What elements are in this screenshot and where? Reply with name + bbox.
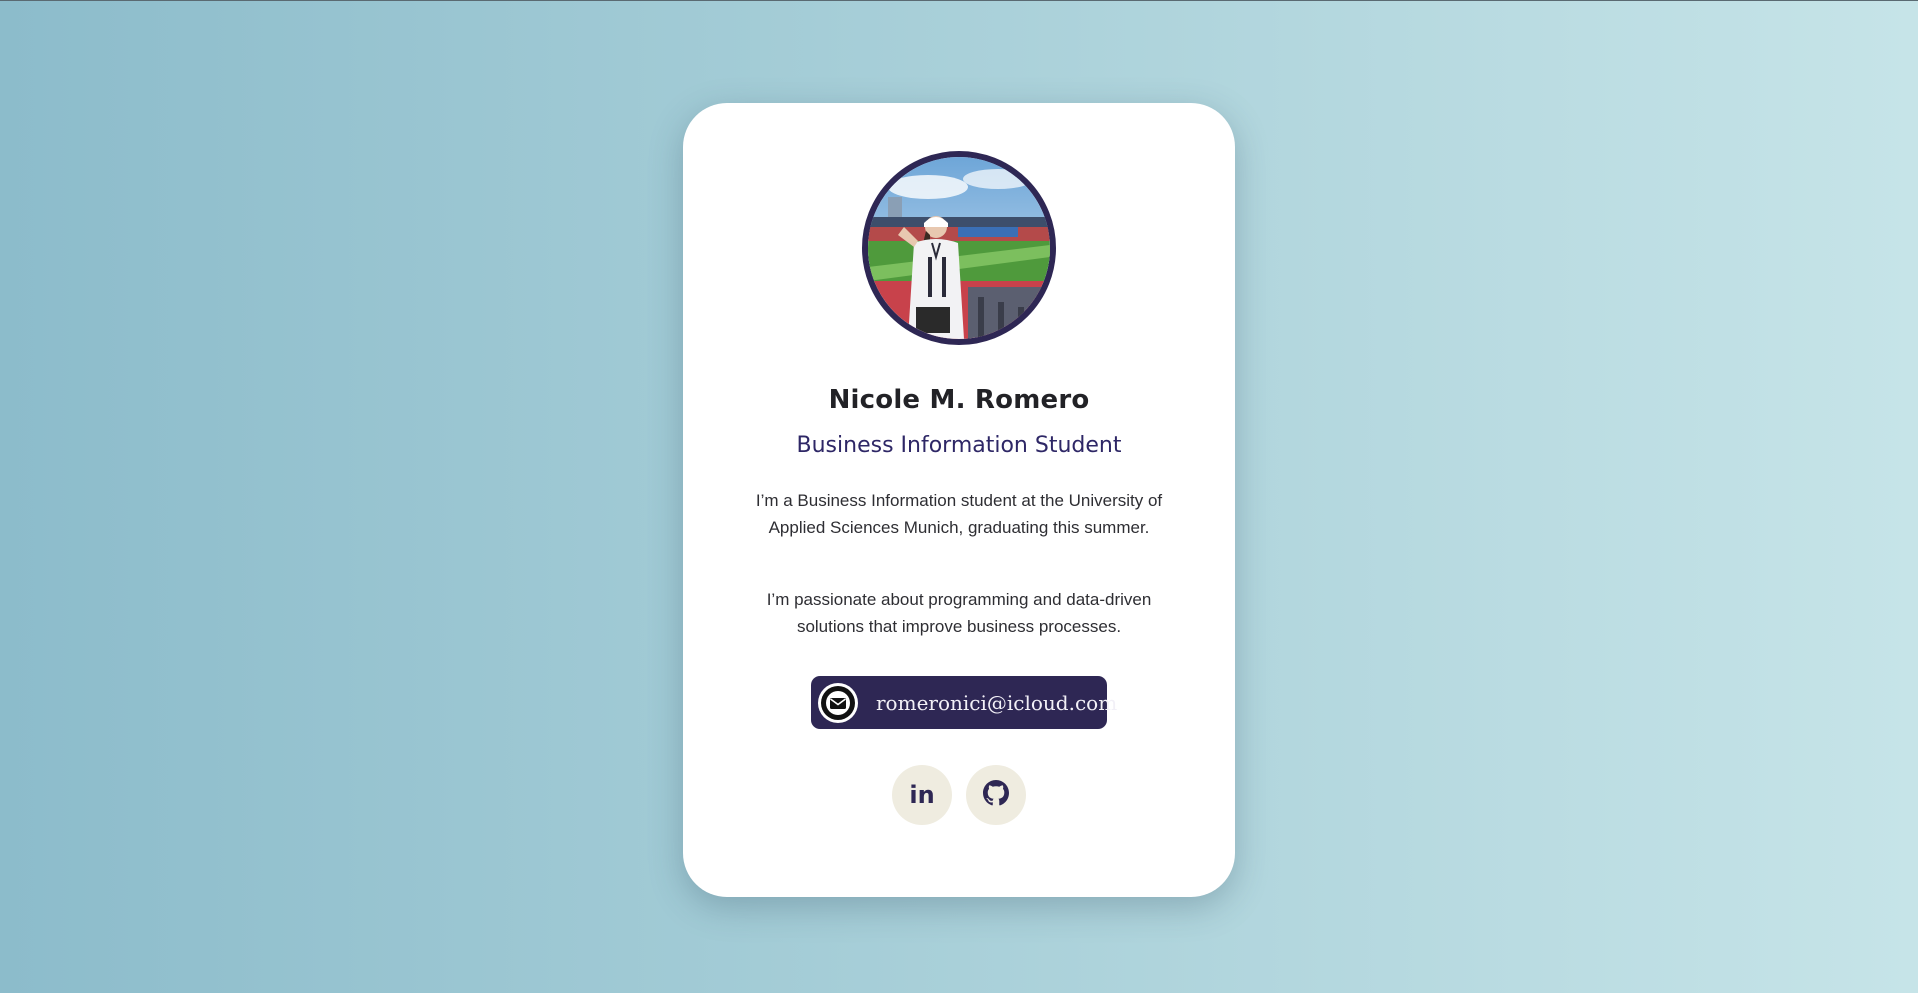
linkedin-icon: in <box>909 781 935 809</box>
profile-bio-paragraph: I’m a Business Information student at th… <box>755 491 1163 537</box>
profile-bio-paragraph: I’m passionate about programming and dat… <box>766 590 1152 636</box>
github-icon <box>983 779 1009 811</box>
email-button[interactable]: romeronici@icloud.com <box>811 676 1117 729</box>
profile-name: Nicole M. Romero <box>828 385 1090 415</box>
linkedin-button[interactable]: in <box>892 765 952 825</box>
email-address: romeronici@icloud.com <box>876 690 1118 715</box>
avatar-photo <box>868 157 1050 339</box>
github-button[interactable] <box>966 765 1026 825</box>
profile-role: Business Information Student <box>796 433 1122 458</box>
top-border-line <box>0 0 1918 1</box>
profile-card: Nicole M. Romero Business Information St… <box>683 103 1235 897</box>
envelope-icon <box>818 682 858 723</box>
profile-avatar <box>862 151 1056 345</box>
